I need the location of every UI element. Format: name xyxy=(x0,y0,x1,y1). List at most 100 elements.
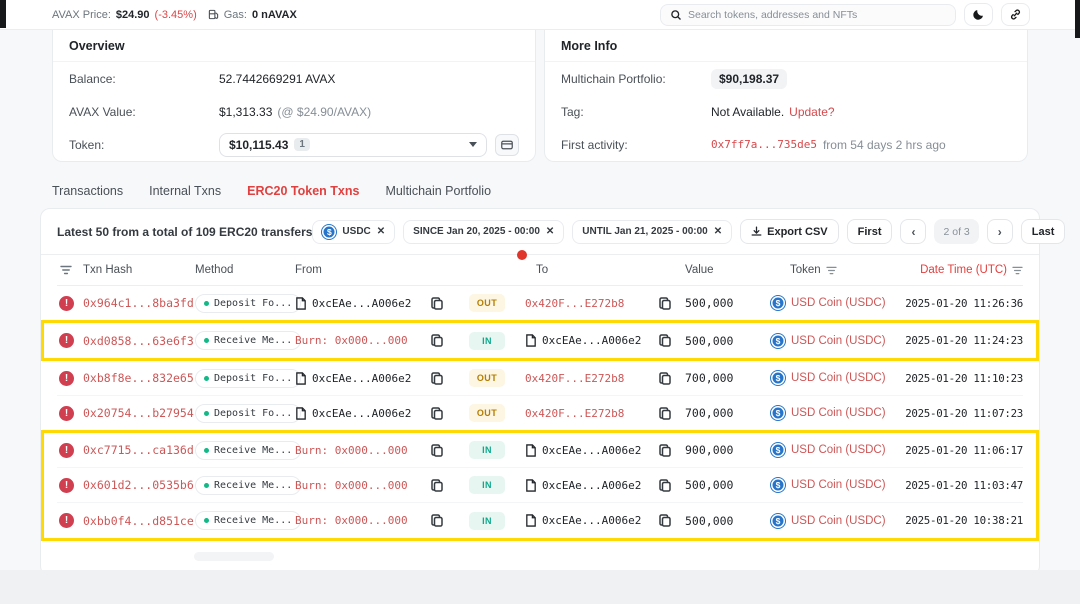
copy-to-button[interactable] xyxy=(655,368,675,388)
copy-from-button[interactable] xyxy=(427,403,447,423)
from-address[interactable]: 0xcEAe...A006e2 xyxy=(312,297,411,310)
to-address[interactable]: 0x420F...E272b8 xyxy=(525,297,624,310)
first-activity-hash-link[interactable]: 0x7ff7a...735de5 xyxy=(711,138,817,151)
copy-from-button[interactable] xyxy=(427,331,447,351)
highlight-box: ! 0xd0858...63e6f3 Receive Me... Burn: 0… xyxy=(41,320,1039,361)
value-cell: 700,000 xyxy=(685,371,769,385)
pagination-next-button[interactable]: › xyxy=(987,219,1013,244)
to-address[interactable]: 0x420F...E272b8 xyxy=(525,372,624,385)
usdc-icon: $ xyxy=(771,406,785,420)
copy-to-button[interactable] xyxy=(655,511,675,531)
copy-to-button[interactable] xyxy=(655,440,675,460)
copy-from-button[interactable] xyxy=(427,293,447,313)
copy-from-button[interactable] xyxy=(427,440,447,460)
from-address[interactable]: 0xcEAe...A006e2 xyxy=(312,407,411,420)
tab-internal-txns[interactable]: Internal Txns xyxy=(149,184,221,198)
wallet-icon xyxy=(501,140,513,150)
token-total-value: $10,115.43 xyxy=(229,138,288,152)
txn-hash-link[interactable]: 0xc7715...ca136d xyxy=(83,443,195,457)
from-contract-icon xyxy=(295,372,307,385)
copy-to-button[interactable] xyxy=(655,475,675,495)
token-holdings-dropdown[interactable]: $10,115.43 1 xyxy=(219,133,487,157)
pagination-last-button[interactable]: Last xyxy=(1021,219,1066,244)
method-badge[interactable]: Deposit Fo... xyxy=(195,294,301,313)
token-label: USD Coin (USDC) xyxy=(791,515,886,527)
tag-update-link[interactable]: Update? xyxy=(789,105,834,119)
method-badge[interactable]: Deposit Fo... xyxy=(195,404,301,423)
from-contract-icon xyxy=(295,297,307,310)
to-address[interactable]: 0xcEAe...A006e2 xyxy=(542,514,641,527)
copy-from-button[interactable] xyxy=(427,475,447,495)
token-label: USD Coin (USDC) xyxy=(791,372,886,384)
date-sort-icon[interactable] xyxy=(1012,266,1023,275)
to-address[interactable]: 0xcEAe...A006e2 xyxy=(542,444,641,457)
txn-hash-link[interactable]: 0x964c1...8ba3fd xyxy=(83,296,195,310)
balance-value: 52.7442669291 AVAX xyxy=(219,72,335,86)
copy-to-button[interactable] xyxy=(655,331,675,351)
chip-close-icon[interactable]: ✕ xyxy=(714,226,722,237)
usdc-icon: $ xyxy=(771,514,785,528)
txn-hash-link[interactable]: 0x601d2...0535b6 xyxy=(83,478,195,492)
token-sort-icon[interactable] xyxy=(826,266,837,275)
txn-hash-link[interactable]: 0xbb0f4...d851ce xyxy=(83,514,195,528)
from-address[interactable]: Burn: 0x000...000 xyxy=(295,514,408,527)
chip-close-icon[interactable]: ✕ xyxy=(546,226,554,237)
screen-edge-left xyxy=(0,0,6,28)
value-cell: 500,000 xyxy=(685,478,769,492)
tab-multichain-portfolio[interactable]: Multichain Portfolio xyxy=(385,184,491,198)
pagination-prev-button[interactable]: ‹ xyxy=(900,219,926,244)
usdc-icon: $ xyxy=(771,478,785,492)
topbar: AVAX Price: $24.90 (-3.45%) Gas: 0 nAVAX xyxy=(0,0,1080,30)
from-address[interactable]: Burn: 0x000...000 xyxy=(295,444,408,457)
avax-value-label: AVAX Value: xyxy=(69,105,219,119)
method-badge[interactable]: Receive Me... xyxy=(195,441,301,460)
from-address[interactable]: Burn: 0x000...000 xyxy=(295,334,408,347)
copy-to-button[interactable] xyxy=(655,293,675,313)
to-address[interactable]: 0xcEAe...A006e2 xyxy=(542,334,641,347)
filter-funnel-icon[interactable] xyxy=(60,265,83,275)
first-activity-label: First activity: xyxy=(561,138,711,152)
overview-title: Overview xyxy=(53,30,535,62)
token-link[interactable]: $ USD Coin (USDC) xyxy=(769,334,904,348)
share-link-button[interactable] xyxy=(1001,3,1030,26)
datetime-cell: 2025-01-20 11:07:23 xyxy=(904,407,1023,420)
token-link[interactable]: $ USD Coin (USDC) xyxy=(769,406,904,420)
txn-hash-link[interactable]: 0xb8f8e...832e65 xyxy=(83,371,195,385)
datetime-cell: 2025-01-20 11:24:23 xyxy=(904,334,1023,347)
tab-transactions[interactable]: Transactions xyxy=(52,184,123,198)
copy-from-button[interactable] xyxy=(427,511,447,531)
network-stats: AVAX Price: $24.90 (-3.45%) Gas: 0 nAVAX xyxy=(52,9,297,21)
token-link[interactable]: $ USD Coin (USDC) xyxy=(769,296,904,310)
chevron-down-icon xyxy=(469,142,477,147)
pagination-first-button[interactable]: First xyxy=(847,219,893,244)
screen-edge-right xyxy=(1075,0,1080,38)
value-cell: 900,000 xyxy=(685,443,769,457)
search-bar[interactable] xyxy=(660,4,956,26)
from-address[interactable]: 0xcEAe...A006e2 xyxy=(312,372,411,385)
export-csv-button[interactable]: Export CSV xyxy=(740,219,839,244)
datetime-cell: 2025-01-20 11:03:47 xyxy=(904,479,1023,492)
token-link[interactable]: $ USD Coin (USDC) xyxy=(769,443,904,457)
txn-hash-link[interactable]: 0xd0858...63e6f3 xyxy=(83,334,195,348)
method-badge[interactable]: Deposit Fo... xyxy=(195,369,301,388)
search-input[interactable] xyxy=(688,9,946,21)
method-badge[interactable]: Receive Me... xyxy=(195,476,301,495)
copy-from-button[interactable] xyxy=(427,368,447,388)
col-header-date[interactable]: Date Time (UTC) xyxy=(920,264,1007,276)
method-badge[interactable]: Receive Me... xyxy=(195,511,301,530)
token-link[interactable]: $ USD Coin (USDC) xyxy=(769,514,904,528)
to-address[interactable]: 0xcEAe...A006e2 xyxy=(542,479,641,492)
token-link[interactable]: $ USD Coin (USDC) xyxy=(769,371,904,385)
to-address[interactable]: 0x420F...E272b8 xyxy=(525,407,624,420)
from-address[interactable]: Burn: 0x000...000 xyxy=(295,479,408,492)
chip-close-icon[interactable]: ✕ xyxy=(377,226,385,237)
balance-label: Balance: xyxy=(69,72,219,86)
direction-badge: IN xyxy=(469,512,505,530)
theme-toggle-button[interactable] xyxy=(964,3,993,26)
method-badge[interactable]: Receive Me... xyxy=(195,331,301,350)
copy-to-button[interactable] xyxy=(655,403,675,423)
token-link[interactable]: $ USD Coin (USDC) xyxy=(769,478,904,492)
token-holdings-button[interactable] xyxy=(495,134,519,156)
tab-erc20-token-txns[interactable]: ERC20 Token Txns xyxy=(247,184,359,198)
txn-hash-link[interactable]: 0x20754...b27954 xyxy=(83,406,195,420)
